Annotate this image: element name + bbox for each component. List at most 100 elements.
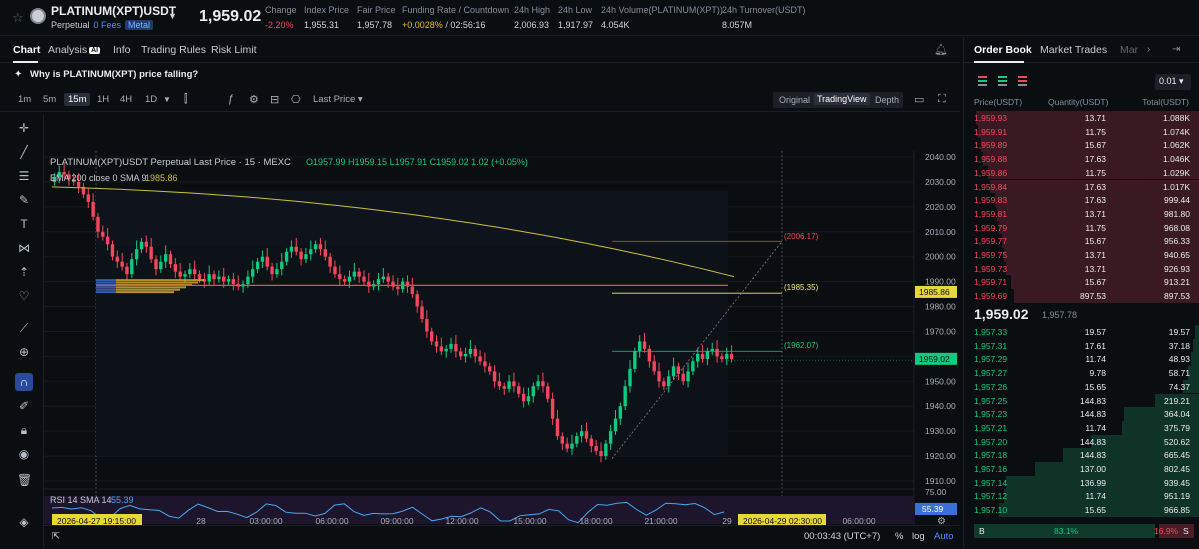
ask-row[interactable]: 1,959.81 13.71 981.80 xyxy=(964,206,1199,221)
ai-question-text[interactable]: Why is PLATINUM(XPT) price falling? xyxy=(30,69,198,80)
ruler-icon[interactable]: ⟋ xyxy=(17,321,31,335)
ask-row[interactable]: 1,959.71 15.67 913.21 xyxy=(964,275,1199,290)
tab-margin[interactable]: Mar xyxy=(1120,44,1138,56)
tab-risk-limit[interactable]: Risk Limit xyxy=(211,44,257,56)
auto-toggle[interactable]: Auto xyxy=(934,531,954,542)
chart-settings-icon[interactable]: ⚙ xyxy=(937,516,946,525)
bid-row[interactable]: 1,957.14 136.99 939.45 xyxy=(964,475,1199,490)
bid-row[interactable]: 1,957.29 11.74 48.93 xyxy=(964,352,1199,367)
ask-row[interactable]: 1,959.77 15.67 956.33 xyxy=(964,234,1199,248)
window-icon[interactable]: ▭ xyxy=(914,93,924,106)
view-depth[interactable]: Depth xyxy=(875,95,899,105)
stat-fair-price: Fair Price 1,957.78 xyxy=(357,5,396,30)
screenshot-icon[interactable]: ⎔ xyxy=(291,93,301,106)
ask-quantity: 13.71 xyxy=(1084,113,1106,123)
crosshair-icon[interactable]: ✛ xyxy=(17,121,31,135)
layers-icon[interactable]: ◈ xyxy=(17,515,31,529)
ask-row[interactable]: 1,959.86 11.75 1.029K xyxy=(964,165,1199,180)
timeframe-4h[interactable]: 4H xyxy=(120,94,132,105)
ask-row[interactable]: 1,959.84 17.63 1.017K xyxy=(964,179,1199,194)
timeframe-5m[interactable]: 5m xyxy=(43,94,56,105)
annotation-ema: (1985.35) xyxy=(784,283,819,292)
bid-row[interactable]: 1,957.23 144.83 364.04 xyxy=(964,407,1199,421)
ask-total: 926.93 xyxy=(1164,263,1190,274)
goto-date-icon[interactable]: ⇱ xyxy=(52,531,60,542)
ask-row[interactable]: 1,959.93 13.71 1.088K xyxy=(964,111,1199,125)
bid-row[interactable]: 1,957.21 11.74 375.79 xyxy=(964,420,1199,435)
layout-icon[interactable]: ⊟ xyxy=(270,93,279,106)
zoom-in-icon[interactable]: ⊕ xyxy=(17,345,31,359)
bid-row[interactable]: 1,957.26 15.65 74.37 xyxy=(964,379,1199,394)
bid-row[interactable]: 1,957.33 19.57 19.57 xyxy=(964,325,1199,339)
timeframe-15m[interactable]: 15m xyxy=(64,93,91,106)
bid-quantity: 136.99 xyxy=(1080,477,1106,488)
bid-row[interactable]: 1,957.25 144.83 219.21 xyxy=(964,393,1199,408)
forecast-icon[interactable]: ⇡ xyxy=(17,265,31,279)
bid-row[interactable]: 1,957.20 144.83 520.62 xyxy=(964,434,1199,449)
tab-scroll-right-icon[interactable]: › xyxy=(1147,44,1150,55)
tab-trading-rules[interactable]: Trading Rules xyxy=(141,44,206,56)
bid-row[interactable]: 1,957.31 17.61 37.18 xyxy=(964,338,1199,353)
view-original[interactable]: Original xyxy=(779,95,810,105)
ask-row[interactable]: 1,959.69 897.53 897.53 xyxy=(964,289,1199,303)
magnet-icon[interactable]: ∩ xyxy=(15,373,33,391)
horizontal-lines-icon[interactable]: ☰ xyxy=(17,169,31,183)
ask-row[interactable]: 1,959.88 17.63 1.046K xyxy=(964,152,1199,166)
ask-row[interactable]: 1,959.73 13.71 926.93 xyxy=(964,261,1199,276)
brush-icon[interactable]: ✎ xyxy=(17,193,31,207)
log-toggle[interactable]: log xyxy=(912,531,925,542)
percent-toggle[interactable]: % xyxy=(895,531,903,542)
lock-drawing-icon[interactable]: ✐ xyxy=(17,399,31,413)
ask-row[interactable]: 1,959.89 15.67 1.062K xyxy=(964,138,1199,153)
lock-icon[interactable]: 🔒︎ xyxy=(17,423,31,437)
timeframe-1m[interactable]: 1m xyxy=(18,94,31,105)
bid-total: 58.71 xyxy=(1168,368,1190,379)
price-chart[interactable]: 2040.00 2030.00 2020.00 2010.00 2000.00 1990.… xyxy=(44,151,960,525)
more-timeframes-icon[interactable]: ▼ xyxy=(163,95,171,104)
price-tick: 1940.00 xyxy=(925,401,956,411)
timeframe-1h[interactable]: 1H xyxy=(97,94,109,105)
tab-market-trades[interactable]: Market Trades xyxy=(1040,44,1107,56)
clock-display[interactable]: 00:03:43 (UTC+7) xyxy=(804,531,880,542)
text-tool-icon[interactable]: T xyxy=(17,217,31,231)
bell-icon[interactable]: 🔔︎ xyxy=(934,43,948,56)
bid-total: 37.18 xyxy=(1168,340,1190,351)
bid-row[interactable]: 1,957.16 137.00 802.45 xyxy=(964,462,1199,476)
ask-row[interactable]: 1,959.79 11.75 968.08 xyxy=(964,220,1199,235)
bid-row[interactable]: 1,957.18 144.83 665.45 xyxy=(964,448,1199,462)
tab-order-book[interactable]: Order Book xyxy=(974,44,1032,56)
price-type-select[interactable]: Last Price ▾ xyxy=(313,94,363,105)
bid-row[interactable]: 1,957.12 11.74 951.19 xyxy=(964,489,1199,504)
precision-select[interactable]: 0.01 ▾ xyxy=(1155,74,1191,90)
view-asks-icon[interactable] xyxy=(1015,75,1029,87)
fullscreen-icon[interactable]: ⛶ xyxy=(938,93,946,106)
trash-icon[interactable]: 🗑︎ xyxy=(17,473,32,487)
tab-info[interactable]: Info xyxy=(113,44,131,56)
view-both-icon[interactable] xyxy=(975,75,989,87)
indicators-icon[interactable]: ƒ xyxy=(228,93,234,105)
trend-line-icon[interactable]: ╱ xyxy=(17,145,31,159)
stat-change: Change -2.20% xyxy=(265,5,297,30)
collapse-panel-icon[interactable]: ⇥ xyxy=(1172,44,1180,55)
view-bids-icon[interactable] xyxy=(995,75,1009,87)
bid-row[interactable]: 1,957.10 15.65 966.85 xyxy=(964,503,1199,517)
ask-row[interactable]: 1,959.75 13.71 940.65 xyxy=(964,248,1199,262)
pattern-icon[interactable]: ⋈ xyxy=(17,241,31,255)
eye-icon[interactable]: ◉ xyxy=(17,447,31,461)
chart-type-icon[interactable]: ⫿ xyxy=(184,93,188,106)
symbol-dropdown-icon[interactable]: ▼ xyxy=(168,11,177,21)
ask-row[interactable]: 1,959.83 17.63 999.44 xyxy=(964,193,1199,207)
settings-icon[interactable]: ⚙ xyxy=(249,93,259,106)
symbol-name[interactable]: PLATINUM(XPT)USDT xyxy=(51,4,176,18)
ask-row[interactable]: 1,959.91 11.75 1.074K xyxy=(964,124,1199,139)
favorite-star-icon[interactable]: ☆ xyxy=(12,10,24,26)
tab-analysis[interactable]: Analysis AI xyxy=(48,44,101,56)
heart-icon[interactable]: ♡ xyxy=(17,289,31,303)
tab-chart[interactable]: Chart xyxy=(13,44,40,56)
ask-price: 1,959.86 xyxy=(974,167,1008,178)
bid-row[interactable]: 1,957.27 9.78 58.71 xyxy=(964,366,1199,380)
view-tradingview[interactable]: TradingView xyxy=(814,93,870,105)
bid-total: 966.85 xyxy=(1164,505,1190,516)
timeframe-1d[interactable]: 1D xyxy=(145,94,157,105)
ai-question-banner[interactable]: ✦ Why is PLATINUM(XPT) price falling? xyxy=(0,65,960,87)
